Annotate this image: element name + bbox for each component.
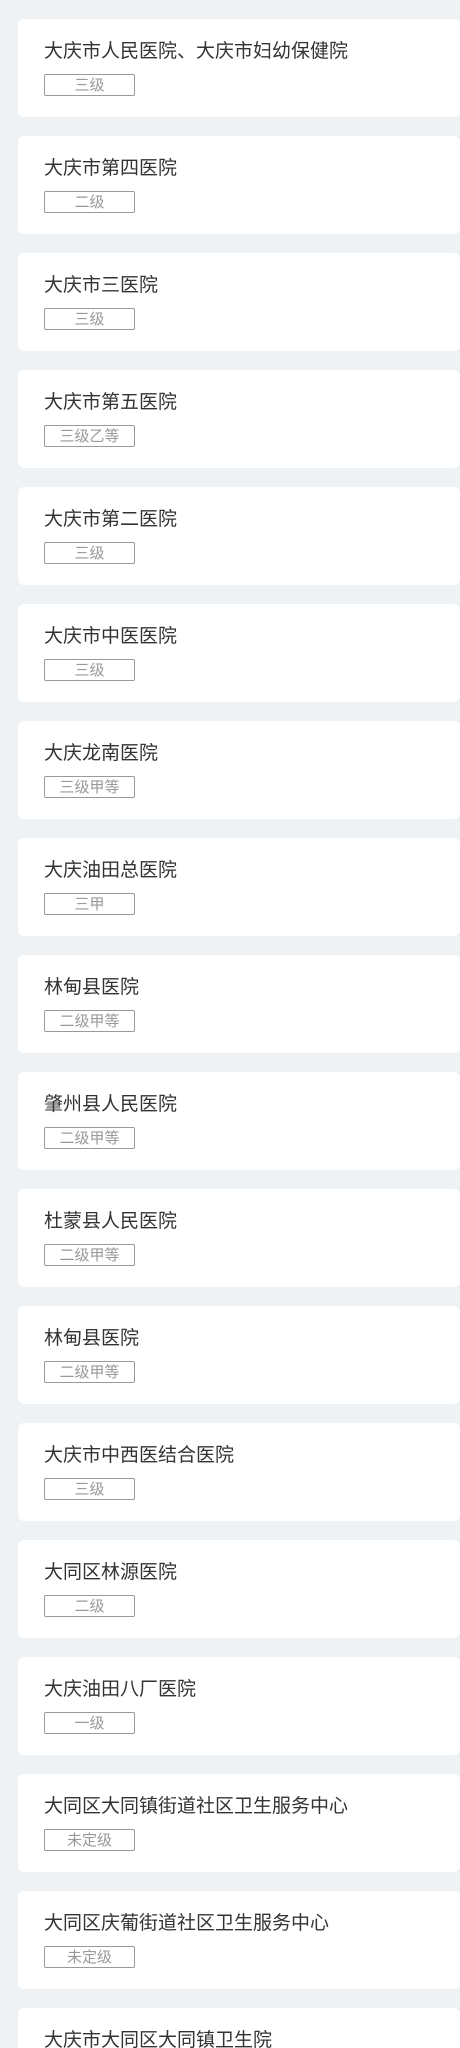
hospital-name: 大庆油田八厂医院 [44,1678,197,1700]
hospital-card[interactable]: 大庆龙南医院 三级甲等 [18,721,460,819]
hospital-card[interactable]: 大庆市大同区大同镇卫生院 [18,2008,460,2048]
hospital-name: 大庆市大同区大同镇卫生院 [44,2029,273,2048]
hospital-name: 大庆市第五医院 [44,391,178,413]
hospital-card[interactable]: 肇州县人民医院 二级甲等 [18,1072,460,1170]
hospital-card[interactable]: 大同区林源医院 二级 [18,1540,460,1638]
hospital-name: 肇州县人民医院 [44,1093,178,1115]
hospital-name: 大同区林源医院 [44,1561,178,1583]
hospital-level-badge: 三级 [44,659,135,681]
hospital-level-badge: 二级 [44,1595,135,1617]
hospital-name: 大庆市三医院 [44,274,159,296]
hospital-card[interactable]: 大同区大同镇街道社区卫生服务中心 未定级 [18,1774,460,1872]
hospital-name: 大庆市中西医结合医院 [44,1444,235,1466]
hospital-level-badge: 二级甲等 [44,1361,135,1383]
hospital-name: 林甸县医院 [44,1327,140,1349]
hospital-name: 大庆龙南医院 [44,742,159,764]
hospital-name: 杜蒙县人民医院 [44,1210,178,1232]
hospital-level-badge: 三甲 [44,893,135,915]
hospital-level-badge: 一级 [44,1712,135,1734]
hospital-level-badge: 二级甲等 [44,1010,135,1032]
hospital-name: 大庆市中医医院 [44,625,178,647]
hospital-level-badge: 三级 [44,74,135,96]
hospital-level-badge: 未定级 [44,1946,135,1968]
hospital-card[interactable]: 大庆市人民医院、大庆市妇幼保健院 三级 [18,19,460,117]
hospital-name: 林甸县医院 [44,976,140,998]
hospital-name: 大庆油田总医院 [44,859,178,881]
hospital-card[interactable]: 林甸县医院 二级甲等 [18,1306,460,1404]
hospital-card[interactable]: 大庆油田总医院 三甲 [18,838,460,936]
hospital-name: 大同区大同镇街道社区卫生服务中心 [44,1795,349,1817]
hospital-card[interactable]: 大庆油田八厂医院 一级 [18,1657,460,1755]
hospital-card[interactable]: 大庆市第二医院 三级 [18,487,460,585]
hospital-card[interactable]: 大同区庆葡街道社区卫生服务中心 未定级 [18,1891,460,1989]
hospital-name: 大同区庆葡街道社区卫生服务中心 [44,1912,330,1934]
hospital-level-badge: 三级 [44,308,135,330]
hospital-card[interactable]: 大庆市中医医院 三级 [18,604,460,702]
hospital-level-badge: 二级 [44,191,135,213]
hospital-card[interactable]: 林甸县医院 二级甲等 [18,955,460,1053]
hospital-card[interactable]: 大庆市三医院 三级 [18,253,460,351]
hospital-card[interactable]: 大庆市第五医院 三级乙等 [18,370,460,468]
hospital-card[interactable]: 杜蒙县人民医院 二级甲等 [18,1189,460,1287]
hospital-card[interactable]: 大庆市第四医院 二级 [18,136,460,234]
hospital-level-badge: 二级甲等 [44,1244,135,1266]
hospital-name: 大庆市第二医院 [44,508,178,530]
hospital-level-badge: 未定级 [44,1829,135,1851]
hospital-name: 大庆市第四医院 [44,157,178,179]
hospital-list: 大庆市人民医院、大庆市妇幼保健院 三级 大庆市第四医院 二级 大庆市三医院 三级… [0,0,460,2048]
hospital-level-badge: 三级甲等 [44,776,135,798]
hospital-level-badge: 二级甲等 [44,1127,135,1149]
hospital-level-badge: 三级 [44,1478,135,1500]
hospital-name: 大庆市人民医院、大庆市妇幼保健院 [44,40,349,62]
hospital-level-badge: 三级 [44,542,135,564]
hospital-card[interactable]: 大庆市中西医结合医院 三级 [18,1423,460,1521]
hospital-level-badge: 三级乙等 [44,425,135,447]
